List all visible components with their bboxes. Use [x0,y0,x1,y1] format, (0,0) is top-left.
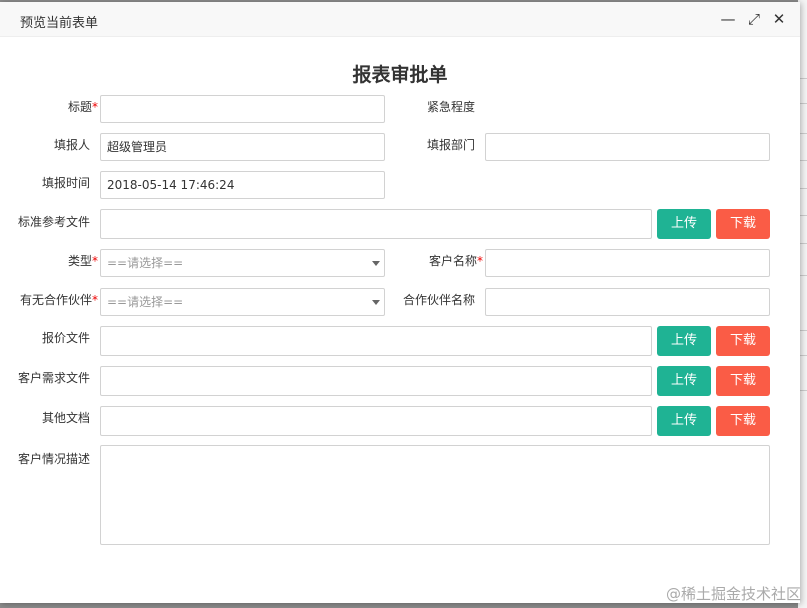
form-title: 报表审批单 [352,64,448,86]
other-docs-input[interactable] [100,406,652,436]
dialog-header: 预览当前表单 — ⤢ ✕ [0,2,800,37]
partner-name-label: 合作伙伴名称 [402,293,475,307]
title-input[interactable] [100,95,385,123]
standard-file-download-button[interactable]: 下载 [716,209,770,239]
watermark: @稀土掘金技术社区 [665,585,801,603]
department-label: 填报部门 [426,138,475,152]
requirement-file-download-button[interactable]: 下载 [716,366,770,396]
requirement-file-label: 客户需求文件 [17,371,90,385]
preview-dialog: 预览当前表单 — ⤢ ✕ 报表审批单 标题* 紧急程度 填报人 超级管理员 填报… [0,2,800,603]
type-select[interactable]: ==请选择== [100,249,385,277]
standard-file-input[interactable] [100,209,652,239]
minimize-icon[interactable]: — [719,10,737,28]
maximize-icon[interactable]: ⤢ [745,10,763,28]
report-time-label: 填报时间 [41,176,90,190]
department-input[interactable] [485,133,770,161]
quote-file-upload-button[interactable]: 上传 [657,326,711,356]
urgency-label: 紧急程度 [426,100,475,114]
close-icon[interactable]: ✕ [770,10,788,28]
has-partner-select[interactable]: ==请选择== [100,288,385,316]
reporter-label: 填报人 [53,138,90,152]
quote-file-download-button[interactable]: 下载 [716,326,770,356]
chevron-down-icon [372,261,380,266]
requirement-file-input[interactable] [100,366,652,396]
quote-file-input[interactable] [100,326,652,356]
other-docs-label: 其他文档 [41,411,90,425]
standard-file-label: 标准参考文件 [17,215,90,229]
description-textarea[interactable] [100,445,770,545]
has-partner-label: 有无合作伙伴* [19,293,98,307]
standard-file-upload-button[interactable]: 上传 [657,209,711,239]
title-label: 标题* [67,100,98,114]
other-docs-download-button[interactable]: 下载 [716,406,770,436]
dialog-title: 预览当前表单 [20,16,99,31]
requirement-file-upload-button[interactable]: 上传 [657,366,711,396]
quote-file-label: 报价文件 [41,331,90,345]
other-docs-upload-button[interactable]: 上传 [657,406,711,436]
description-label: 客户情况描述 [17,452,90,466]
customer-name-label: 客户名称* [428,254,483,268]
partner-name-input[interactable] [485,288,770,316]
type-label: 类型* [67,254,98,268]
chevron-down-icon [372,300,380,305]
report-time-input[interactable]: 2018-05-14 17:46:24 [100,171,385,199]
reporter-input[interactable]: 超级管理员 [100,133,385,161]
customer-name-input[interactable] [485,249,770,277]
